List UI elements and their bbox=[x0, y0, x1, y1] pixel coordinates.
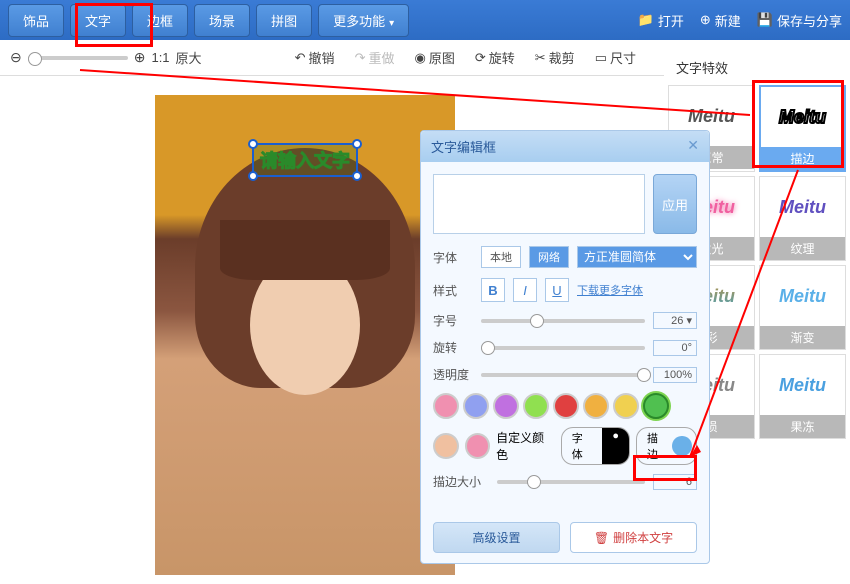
color-swatch[interactable] bbox=[553, 393, 579, 419]
color-swatch[interactable] bbox=[463, 393, 489, 419]
color-swatch[interactable] bbox=[643, 393, 669, 419]
top-tab-bar: 饰品 文字 边框 场景 拼图 更多功能 📁打开 ⊕新建 💾保存与分享 bbox=[0, 0, 850, 40]
download-fonts-link[interactable]: 下载更多字体 bbox=[577, 282, 643, 298]
resize-handle[interactable] bbox=[352, 139, 362, 149]
stroke-slider[interactable] bbox=[497, 480, 645, 484]
font-network-tab[interactable]: 网络 bbox=[529, 246, 569, 268]
color-swatch[interactable] bbox=[523, 393, 549, 419]
effects-title: 文字特效 bbox=[664, 50, 850, 85]
canvas[interactable]: 请输入文字 bbox=[155, 95, 455, 575]
zoom-in-icon[interactable]: ⊕ bbox=[134, 49, 146, 66]
save-button[interactable]: 💾保存与分享 bbox=[757, 11, 842, 30]
tab-accessories[interactable]: 饰品 bbox=[8, 4, 64, 37]
zoom-out-icon[interactable]: ⊖ bbox=[10, 49, 22, 66]
size-button[interactable]: ▭尺寸 bbox=[589, 48, 642, 67]
size-value[interactable]: 26 ▾ bbox=[653, 312, 697, 329]
stroke-value: 6 bbox=[653, 474, 697, 490]
custom-color-2[interactable] bbox=[465, 433, 491, 459]
folder-icon: 📁 bbox=[638, 12, 654, 28]
font-color-pill[interactable]: 字体 ● bbox=[561, 427, 630, 465]
text-overlay-content: 请输入文字 bbox=[260, 151, 350, 171]
resize-handle[interactable] bbox=[248, 139, 258, 149]
panel-title: 文字编辑框 bbox=[431, 137, 496, 156]
rotate-icon: ⟳ bbox=[475, 50, 486, 66]
opacity-label: 透明度 bbox=[433, 366, 473, 383]
color-swatch[interactable] bbox=[613, 393, 639, 419]
color-swatch[interactable] bbox=[583, 393, 609, 419]
tab-scene[interactable]: 场景 bbox=[194, 4, 250, 37]
text-input[interactable] bbox=[433, 174, 645, 234]
redo-button[interactable]: ↷重做 bbox=[349, 48, 401, 67]
resize-handle[interactable] bbox=[352, 171, 362, 181]
trash-icon: 🗑 bbox=[594, 531, 609, 545]
effect-item[interactable]: Meitu渐变 bbox=[759, 265, 846, 350]
font-select[interactable]: 方正准圆简体 bbox=[577, 246, 697, 268]
effect-item[interactable]: Meitu果冻 bbox=[759, 354, 846, 439]
text-overlay[interactable]: 请输入文字 bbox=[252, 143, 358, 177]
save-icon: 💾 bbox=[757, 12, 773, 28]
color-swatch[interactable] bbox=[493, 393, 519, 419]
rotate-label: 旋转 bbox=[433, 339, 473, 356]
scissors-icon: ✂ bbox=[535, 50, 546, 66]
style-label: 样式 bbox=[433, 282, 473, 299]
rotate-slider[interactable] bbox=[481, 346, 645, 350]
underline-button[interactable]: U bbox=[545, 278, 569, 302]
effect-item[interactable]: Meitu描边 bbox=[759, 85, 846, 172]
italic-button[interactable]: I bbox=[513, 278, 537, 302]
eye-icon: ◉ bbox=[414, 50, 425, 66]
redo-icon: ↷ bbox=[355, 50, 366, 66]
zoom-ratio[interactable]: 1:1 bbox=[151, 50, 169, 65]
tab-text[interactable]: 文字 bbox=[70, 4, 126, 37]
stroke-color-pill[interactable]: 描边 bbox=[636, 427, 697, 465]
rotate-button[interactable]: ⟳旋转 bbox=[469, 48, 521, 67]
effect-item[interactable]: Meitu纹理 bbox=[759, 176, 846, 261]
advanced-button[interactable]: 高级设置 bbox=[433, 522, 560, 553]
tab-more[interactable]: 更多功能 bbox=[318, 4, 409, 37]
new-button[interactable]: ⊕新建 bbox=[700, 11, 741, 30]
tab-border[interactable]: 边框 bbox=[132, 4, 188, 37]
ruler-icon: ▭ bbox=[595, 50, 607, 66]
size-label: 字号 bbox=[433, 312, 473, 329]
original-image-button[interactable]: ◉原图 bbox=[408, 48, 460, 67]
open-button[interactable]: 📁打开 bbox=[638, 11, 684, 30]
custom-color-label: 自定义颜色 bbox=[496, 429, 555, 463]
font-local-tab[interactable]: 本地 bbox=[481, 246, 521, 268]
opacity-value: 100% bbox=[653, 367, 697, 383]
rotate-value: 0° bbox=[653, 340, 697, 356]
tab-collage[interactable]: 拼图 bbox=[256, 4, 312, 37]
delete-text-button[interactable]: 🗑删除本文字 bbox=[570, 522, 697, 553]
color-swatch[interactable] bbox=[433, 393, 459, 419]
font-label: 字体 bbox=[433, 249, 473, 266]
close-icon[interactable]: ✕ bbox=[687, 137, 699, 156]
zoom-slider[interactable] bbox=[28, 56, 128, 60]
zoom-original[interactable]: 原大 bbox=[176, 48, 202, 67]
bold-button[interactable]: B bbox=[481, 278, 505, 302]
size-slider[interactable] bbox=[481, 319, 645, 323]
undo-button[interactable]: ↶撤销 bbox=[289, 48, 341, 67]
crop-button[interactable]: ✂裁剪 bbox=[529, 48, 581, 67]
text-edit-panel: 文字编辑框 ✕ 应用 字体 本地 网络 方正准圆简体 样式 B I U 下载更多… bbox=[420, 130, 710, 564]
color-palette bbox=[433, 393, 697, 419]
plus-icon: ⊕ bbox=[700, 12, 711, 28]
stroke-size-label: 描边大小 bbox=[433, 473, 489, 490]
apply-button[interactable]: 应用 bbox=[653, 174, 697, 234]
custom-color-1[interactable] bbox=[433, 433, 459, 459]
resize-handle[interactable] bbox=[248, 171, 258, 181]
opacity-slider[interactable] bbox=[481, 373, 645, 377]
undo-icon: ↶ bbox=[295, 50, 306, 66]
